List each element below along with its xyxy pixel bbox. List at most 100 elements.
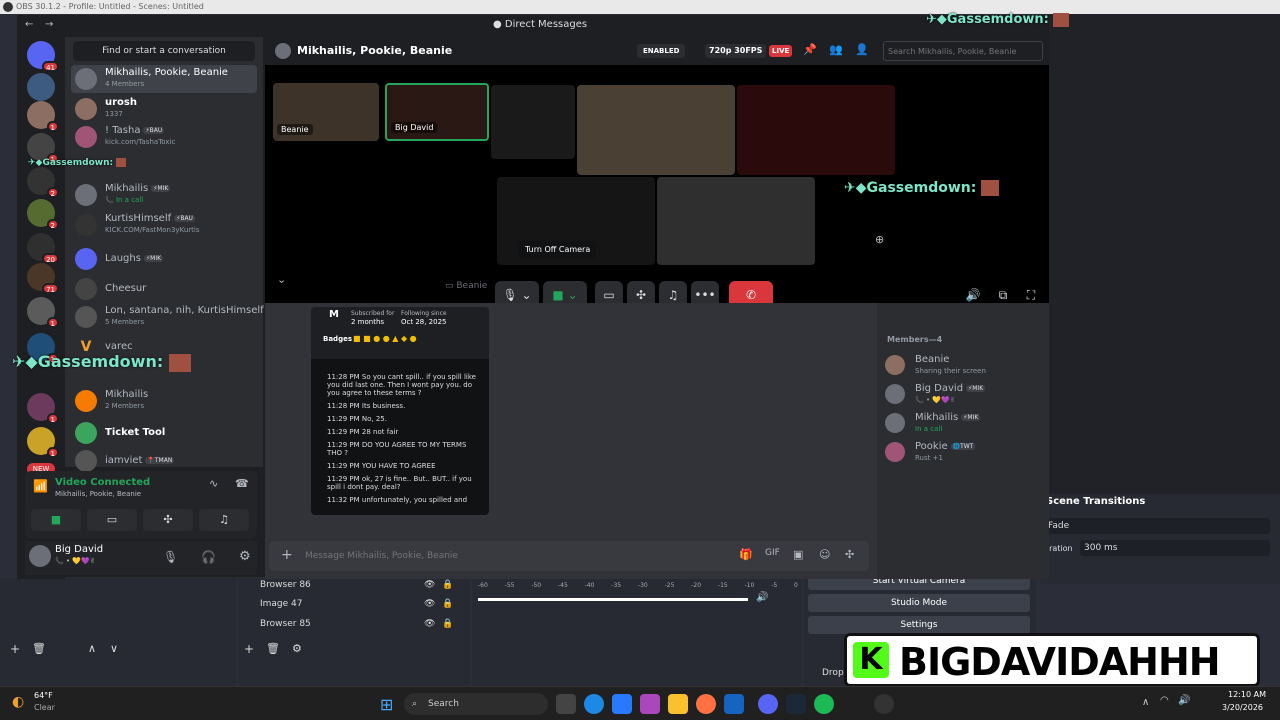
spotify-icon[interactable] xyxy=(814,694,834,714)
edge-icon[interactable] xyxy=(584,694,604,714)
windows-start-icon[interactable]: ⊞ xyxy=(380,695,393,714)
lock-icon[interactable]: 🔒 xyxy=(442,615,453,633)
transition-select[interactable]: Fade xyxy=(1044,518,1270,534)
quality-badge: 720p 30FPS xyxy=(705,44,767,58)
dm-item[interactable]: Mikhailis, Pookie, Beanie 4 Members xyxy=(71,65,257,93)
server-icon[interactable]: 71 xyxy=(27,263,59,294)
server-icon[interactable]: 1 xyxy=(27,297,59,328)
wifi-icon[interactable]: ◠ xyxy=(1160,695,1169,706)
gear-icon[interactable]: ⚙ xyxy=(292,642,302,655)
firefox-icon[interactable] xyxy=(696,694,716,714)
member-item[interactable]: Big David ⚡MIK 📞 • 💛💜✌ xyxy=(885,382,1045,408)
server-icon[interactable]: 1 xyxy=(27,133,59,164)
dm-item[interactable]: Mikhailis 2 Members xyxy=(71,387,257,415)
dm-item[interactable]: Cheesur xyxy=(71,275,257,303)
source-row[interactable]: Image 47 👁 🔒 xyxy=(242,595,466,613)
add-friend-icon[interactable]: 👥 xyxy=(829,43,843,56)
clock-time[interactable]: 12:10 AM xyxy=(1228,690,1266,699)
taskbar-search[interactable]: ⌕ Search xyxy=(404,693,548,715)
task-view-icon[interactable] xyxy=(556,694,576,714)
eye-icon[interactable]: 👁 xyxy=(424,595,435,613)
app-icon[interactable] xyxy=(724,694,744,714)
dm-item[interactable]: Mikhailis ⚡MIK 📞 In a call xyxy=(71,181,257,209)
obs-taskbar-icon[interactable] xyxy=(874,694,894,714)
video-tile[interactable]: Beanie xyxy=(273,83,379,141)
find-conversation-button[interactable]: Find or start a conversation xyxy=(73,41,255,61)
video-tile[interactable] xyxy=(737,85,895,175)
volume-icon[interactable]: 🔊 xyxy=(1178,695,1190,706)
settings-button[interactable]: Settings xyxy=(808,616,1030,634)
eye-icon[interactable]: 👁 xyxy=(424,615,435,633)
voice-channel[interactable]: Mikhailis, Pookie, Beanie xyxy=(55,490,141,498)
headphones-icon[interactable]: 🎧 xyxy=(201,550,216,564)
soundboard-button[interactable]: ♫ xyxy=(199,509,249,531)
remove-scene-button[interactable]: 🗑 xyxy=(32,642,46,655)
chat-message: 11:29 PM YOU HAVE TO AGREE xyxy=(327,462,436,470)
video-tile[interactable]: Big David xyxy=(385,83,489,141)
search-input[interactable] xyxy=(883,41,1043,61)
tray-chevron-icon[interactable]: ∧ xyxy=(1142,697,1149,708)
server-icon[interactable]: 2 xyxy=(27,167,59,198)
disconnect-icon[interactable]: ☎ xyxy=(235,477,249,490)
source-row[interactable]: Browser 85 👁 🔒 xyxy=(242,615,466,633)
forward-arrow-icon[interactable]: → xyxy=(45,19,53,30)
server-icon[interactable] xyxy=(27,73,55,101)
move-down-icon[interactable]: ∨ xyxy=(110,642,118,655)
noise-suppression-icon[interactable]: ∿ xyxy=(209,477,218,490)
screenshare-button[interactable]: ▭ xyxy=(87,509,137,531)
add-source-button[interactable]: + xyxy=(244,642,254,656)
video-tile[interactable] xyxy=(577,85,735,175)
store-icon[interactable] xyxy=(612,694,632,714)
steam-icon[interactable] xyxy=(786,694,806,714)
activities-button[interactable]: ✣ xyxy=(143,509,193,531)
add-scene-button[interactable]: + xyxy=(10,642,20,656)
sticker-icon[interactable]: ▣ xyxy=(793,548,803,561)
server-icon[interactable]: 1 xyxy=(27,101,59,132)
avatar[interactable] xyxy=(29,545,51,567)
remove-source-button[interactable]: 🗑 xyxy=(266,642,280,655)
chevron-down-icon[interactable]: ⌄ xyxy=(277,273,286,286)
weather-temp[interactable]: 64°F xyxy=(34,691,53,700)
clock-date[interactable]: 3/20/2026 xyxy=(1222,703,1263,712)
dm-item[interactable]: Ticket Tool xyxy=(71,419,257,447)
dm-item[interactable]: urosh 1337 xyxy=(71,95,257,123)
lock-icon[interactable]: 🔒 xyxy=(442,595,453,613)
dm-item[interactable]: ! Tasha ⚡BAU kick.com/TashaToxic xyxy=(71,123,257,151)
studio-mode-button[interactable]: Studio Mode xyxy=(808,594,1030,612)
zoom-icon[interactable]: ⊕ xyxy=(875,233,884,246)
gear-icon[interactable]: ⚙ xyxy=(239,549,251,564)
home-button[interactable]: 41 xyxy=(27,41,59,72)
member-item[interactable]: Mikhailis ⚡MIK In a call xyxy=(885,411,1045,437)
member-item[interactable]: Pookie 🌐TWT Rust +1 xyxy=(885,440,1045,466)
video-tile[interactable] xyxy=(657,177,815,265)
member-item[interactable]: Beanie Sharing their screen xyxy=(885,353,1045,379)
message-input[interactable] xyxy=(305,546,685,566)
gif-icon[interactable]: GIF xyxy=(765,548,780,558)
discord-taskbar-icon[interactable] xyxy=(758,694,778,714)
gift-icon[interactable]: 🎁 xyxy=(739,548,753,561)
dm-item[interactable]: Laughs ⚡MIK xyxy=(71,245,257,273)
obs-title: OBS 30.1.2 - Profile: Untitled - Scenes:… xyxy=(16,2,204,11)
back-arrow-icon[interactable]: ← xyxy=(25,19,33,30)
obs-scenes-dock: + 🗑 ∧ ∨ xyxy=(0,578,236,686)
copilot-icon[interactable] xyxy=(640,694,660,714)
move-up-icon[interactable]: ∧ xyxy=(88,642,96,655)
server-icon[interactable]: 2 xyxy=(27,199,59,230)
dm-item[interactable]: KurtisHimself ⚡BAU KICK.COM/FastMon3yKurt… xyxy=(71,211,257,239)
add-attachment-icon[interactable]: + xyxy=(281,547,293,563)
microphone-icon[interactable]: 🎙 xyxy=(163,550,178,564)
pin-icon[interactable]: 📌 xyxy=(803,43,817,56)
apps-icon[interactable]: ✣ xyxy=(845,548,854,561)
dm-item[interactable]: Lon, santana, nih, KurtisHimself 5 Membe… xyxy=(71,303,264,331)
server-icon[interactable]: 20 xyxy=(27,233,59,264)
speaker-icon[interactable]: 🔊 xyxy=(756,592,768,603)
file-explorer-icon[interactable] xyxy=(668,694,688,714)
server-icon[interactable]: 1 xyxy=(27,393,59,424)
members-icon[interactable]: 👤 xyxy=(855,43,869,56)
emoji-icon[interactable]: ☺ xyxy=(819,548,830,561)
volume-slider[interactable] xyxy=(478,598,748,601)
server-icon[interactable]: 1 xyxy=(27,427,59,458)
video-tile[interactable] xyxy=(491,85,575,159)
duration-input[interactable]: 300 ms xyxy=(1080,540,1270,556)
camera-button[interactable]: ■ xyxy=(31,509,81,531)
